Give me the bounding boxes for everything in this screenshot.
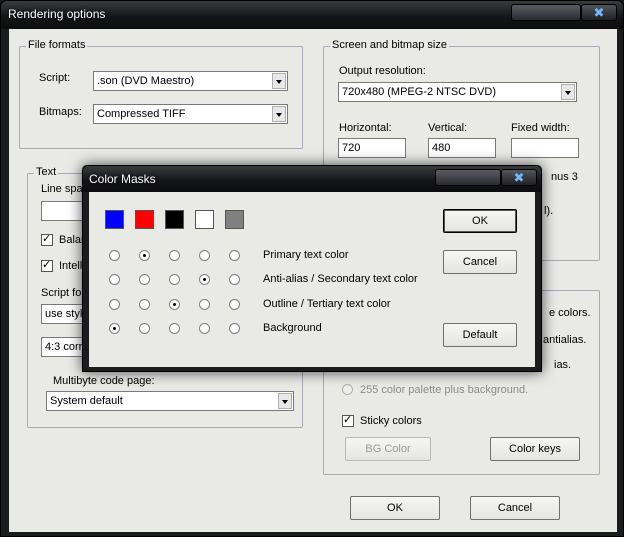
intelligent-checkbox[interactable]: [41, 258, 53, 272]
mask-radio[interactable]: [139, 274, 150, 285]
script-select[interactable]: .son (DVD Maestro): [93, 71, 288, 91]
mask-row-label: Background: [263, 322, 322, 334]
cancel-button[interactable]: Cancel: [470, 496, 560, 520]
dialog-ok-button[interactable]: OK: [443, 209, 517, 233]
mask-radio[interactable]: [199, 323, 210, 334]
chevron-down-icon[interactable]: [272, 106, 286, 122]
output-resolution-label: Output resolution:: [339, 65, 426, 77]
file-formats-legend: File formats: [26, 39, 88, 51]
dialog-window-controls[interactable]: [435, 169, 501, 186]
colors-option-partial: e colors.: [549, 307, 591, 319]
bitmaps-select[interactable]: Compressed TIFF: [93, 104, 288, 124]
mask-radio[interactable]: [109, 250, 120, 261]
mask-radio[interactable]: [139, 323, 150, 334]
swatch-black[interactable]: [165, 210, 184, 229]
swatch-gray[interactable]: [225, 210, 244, 229]
mask-radio[interactable]: [109, 274, 120, 285]
chevron-down-icon[interactable]: [278, 393, 292, 409]
mask-row-label: Primary text color: [263, 249, 349, 261]
mask-radio[interactable]: [199, 274, 210, 285]
mask-radio[interactable]: [199, 250, 210, 261]
mask-radio[interactable]: [169, 274, 180, 285]
title-bar[interactable]: Rendering options ✖: [1, 1, 623, 29]
fixed-width-input[interactable]: [511, 138, 579, 158]
mask-radio[interactable]: [229, 323, 240, 334]
script-format-label: Script for: [41, 287, 86, 299]
balance-checkbox[interactable]: [41, 232, 53, 246]
swatch-red[interactable]: [135, 210, 154, 229]
color-masks-dialog: Color Masks ✖ Primary text color Anti-ali…: [82, 165, 542, 372]
multibyte-label: Multibyte code page:: [53, 375, 155, 387]
mask-radio[interactable]: [109, 323, 120, 334]
mask-radio[interactable]: [229, 274, 240, 285]
sticky-colors-checkbox[interactable]: [342, 413, 354, 427]
mask-radio[interactable]: [169, 323, 180, 334]
dialog-title-bar[interactable]: Color Masks ✖: [83, 166, 541, 192]
fixed-width-label: Fixed width:: [511, 122, 570, 134]
dialog-title: Color Masks: [89, 172, 156, 186]
palette-radio[interactable]: [342, 384, 353, 395]
swatch-blue[interactable]: [105, 210, 124, 229]
sticky-colors-label: Sticky colors: [360, 415, 422, 427]
screen-size-legend: Screen and bitmap size: [330, 39, 449, 51]
output-resolution-select[interactable]: 720x480 (MPEG-2 NTSC DVD): [338, 82, 577, 102]
dialog-client: Primary text color Anti-alias / Secondary…: [89, 192, 535, 367]
horizontal-input[interactable]: 720: [338, 138, 406, 158]
color-keys-button[interactable]: Color keys: [490, 437, 580, 461]
bitmaps-select-value: Compressed TIFF: [97, 108, 186, 120]
mask-row-label: Outline / Tertiary text color: [263, 298, 391, 310]
horizontal-label: Horizontal:: [339, 122, 392, 134]
script-label: Script:: [39, 72, 71, 84]
alias-option-partial: ias.: [554, 359, 572, 371]
dialog-default-button[interactable]: Default: [443, 323, 517, 347]
text-legend: Text: [34, 166, 59, 178]
mask-radio[interactable]: [229, 299, 240, 310]
output-resolution-value: 720x480 (MPEG-2 NTSC DVD): [342, 86, 497, 98]
mask-radio[interactable]: [139, 250, 150, 261]
chevron-down-icon[interactable]: [272, 73, 286, 89]
ok-button[interactable]: OK: [350, 496, 440, 520]
bitmaps-label: Bitmaps:: [39, 106, 82, 118]
mask-radio[interactable]: [229, 250, 240, 261]
dialog-cancel-button[interactable]: Cancel: [443, 250, 517, 274]
vertical-input[interactable]: 480: [428, 138, 496, 158]
mask-radio[interactable]: [169, 299, 180, 310]
intelligent-label: Intelli: [59, 260, 85, 272]
bg-color-button[interactable]: BG Color: [345, 437, 431, 461]
chevron-down-icon[interactable]: [561, 84, 575, 100]
swatch-white[interactable]: [195, 210, 214, 229]
mask-radio[interactable]: [109, 299, 120, 310]
file-formats-group: File formats Script: .son (DVD Maestro) …: [19, 39, 303, 149]
multibyte-value: System default: [50, 395, 123, 407]
window-controls[interactable]: [511, 4, 581, 21]
mask-row-label: Anti-alias / Secondary text color: [263, 273, 418, 285]
screen-option-partial-2: l).: [544, 205, 554, 217]
mask-radio[interactable]: [169, 250, 180, 261]
window-title: Rendering options: [8, 7, 106, 21]
screen-option-partial-1: nus 3: [551, 171, 578, 183]
line-spacing-label: Line spa: [41, 183, 83, 195]
script-select-value: .son (DVD Maestro): [97, 75, 195, 87]
close-icon[interactable]: ✖: [581, 4, 617, 21]
antialias-option-partial: antialias.: [543, 334, 587, 346]
multibyte-select[interactable]: System default: [46, 391, 294, 411]
palette-label: 255 color palette plus background.: [360, 384, 529, 396]
mask-radio[interactable]: [139, 299, 150, 310]
mask-radio[interactable]: [199, 299, 210, 310]
vertical-label: Vertical:: [428, 122, 468, 134]
close-icon[interactable]: ✖: [501, 169, 537, 186]
